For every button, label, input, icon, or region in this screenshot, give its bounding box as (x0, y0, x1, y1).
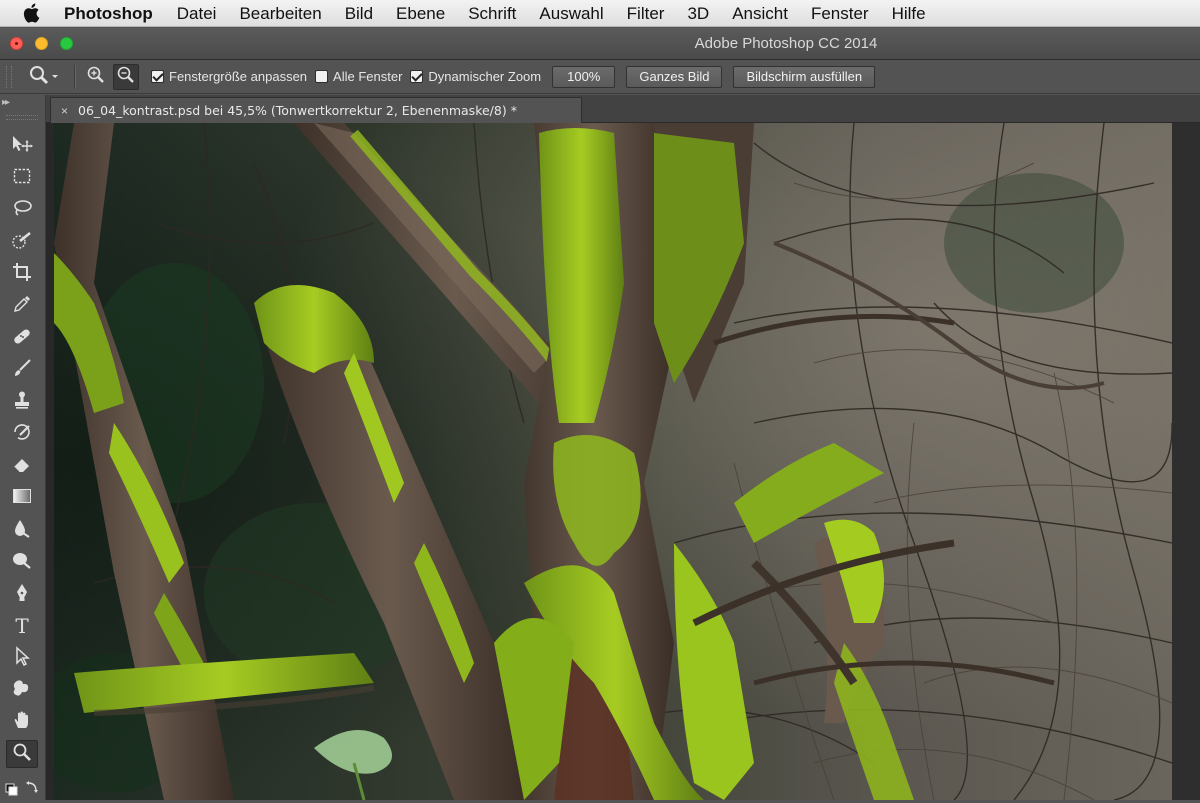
resize-windows-checkbox[interactable] (151, 70, 164, 83)
all-windows-option[interactable]: Alle Fenster (315, 69, 402, 84)
menu-bearbeiten[interactable]: Bearbeiten (239, 0, 321, 27)
marquee-tool[interactable] (6, 164, 38, 192)
quick-selection-icon (11, 230, 33, 255)
menu-bar: Photoshop Datei Bearbeiten Bild Ebene Sc… (0, 0, 1200, 27)
pen-tool[interactable] (6, 580, 38, 608)
clone-stamp-tool[interactable] (6, 388, 38, 416)
menu-auswahl[interactable]: Auswahl (539, 0, 603, 27)
eyedropper-icon (12, 294, 32, 319)
tool-preset-picker[interactable] (28, 64, 68, 89)
options-bar: Fenstergröße anpassen Alle Fenster Dynam… (0, 60, 1200, 94)
color-swatch-controls[interactable] (4, 780, 42, 798)
menu-ebene[interactable]: Ebene (396, 0, 445, 27)
tools-panel-grip[interactable] (6, 115, 38, 120)
hand-tool[interactable] (6, 708, 38, 736)
path-selection-tool[interactable] (6, 644, 38, 672)
window-title: Adobe Photoshop CC 2014 (694, 35, 878, 52)
chevron-down-icon (50, 69, 60, 84)
zoom-icon (12, 742, 32, 767)
move-icon (10, 134, 34, 159)
document-tab[interactable]: × 06_04_kontrast.psd bei 45,5% (Tonwertk… (50, 97, 582, 123)
scrubby-zoom-label: Dynamischer Zoom (428, 69, 542, 84)
hand-icon (12, 710, 32, 735)
shape-blob-icon (11, 678, 33, 703)
document-tab-bar: × 06_04_kontrast.psd bei 45,5% (Tonwertk… (46, 95, 1200, 123)
menu-schrift[interactable]: Schrift (468, 0, 516, 27)
scrubby-zoom-option[interactable]: Dynamischer Zoom (410, 69, 541, 84)
menu-app-name[interactable]: Photoshop (64, 0, 153, 27)
fill-screen-button[interactable]: Bildschirm ausfüllen (733, 65, 876, 88)
lasso-icon (11, 198, 33, 223)
menu-hilfe[interactable]: Hilfe (892, 0, 926, 27)
resize-windows-option[interactable]: Fenstergröße anpassen (151, 69, 307, 84)
forest-photo (54, 123, 1172, 800)
scrubby-zoom-checkbox[interactable] (410, 70, 424, 83)
pen-icon (12, 582, 32, 607)
all-windows-label: Alle Fenster (333, 69, 403, 84)
menu-bild[interactable]: Bild (345, 0, 373, 27)
crop-icon (12, 262, 32, 287)
document-image[interactable] (54, 123, 1172, 800)
menu-datei[interactable]: Datei (177, 0, 217, 27)
menu-fenster[interactable]: Fenster (811, 0, 869, 27)
fit-screen-button[interactable]: Ganzes Bild (626, 65, 723, 88)
zoom-out-button[interactable] (113, 63, 139, 90)
zoom-in-icon (86, 65, 106, 88)
document-tab-label: 06_04_kontrast.psd bei 45,5% (Tonwertkor… (78, 103, 517, 118)
menu-3d[interactable]: 3D (687, 0, 709, 27)
arrow-cursor-icon (13, 645, 31, 671)
history-brush-tool[interactable] (6, 420, 38, 448)
resize-windows-label: Fenstergröße anpassen (169, 69, 308, 84)
dodge-tool[interactable] (6, 548, 38, 576)
rectangular-marquee-icon (12, 166, 32, 191)
zoom-tool[interactable] (6, 740, 38, 768)
stamp-icon (12, 390, 32, 415)
window-title-bar: Adobe Photoshop CC 2014 (0, 28, 1200, 60)
quick-selection-tool[interactable] (6, 228, 38, 256)
canvas-scroll-gutter[interactable] (1172, 123, 1200, 800)
healing-brush-tool[interactable] (6, 324, 38, 352)
zoom-in-button[interactable] (83, 64, 109, 90)
history-brush-icon (12, 422, 32, 447)
eraser-tool[interactable] (6, 452, 38, 480)
brush-icon (12, 358, 32, 383)
collapse-panel-icon[interactable]: ▸▸ (2, 97, 10, 108)
lasso-tool[interactable] (6, 196, 38, 224)
options-bar-grip[interactable] (6, 65, 12, 88)
eyedropper-tool[interactable] (6, 292, 38, 320)
custom-shape-tool[interactable] (6, 676, 38, 704)
divider (74, 64, 75, 89)
close-icon[interactable]: × (61, 104, 68, 118)
dodge-icon (11, 550, 33, 575)
blur-tool[interactable] (6, 516, 38, 544)
type-icon: T (15, 614, 29, 638)
zoom-icon (28, 64, 50, 89)
blur-drop-icon (12, 518, 32, 543)
apple-icon[interactable] (22, 0, 44, 27)
brush-tool[interactable] (6, 356, 38, 384)
gradient-tool[interactable] (6, 484, 38, 512)
bandage-icon (11, 325, 33, 352)
eraser-icon (11, 454, 33, 479)
menu-ansicht[interactable]: Ansicht (732, 0, 788, 27)
canvas-area[interactable] (46, 123, 1200, 800)
tools-panel: ▸▸ T (0, 95, 46, 800)
zoom-out-icon (116, 65, 136, 88)
type-tool[interactable]: T (6, 612, 38, 640)
gradient-icon (12, 487, 32, 510)
zoom-100-button[interactable]: 100% (552, 65, 616, 88)
move-tool[interactable] (6, 132, 38, 160)
crop-tool[interactable] (6, 260, 38, 288)
all-windows-checkbox[interactable] (315, 70, 329, 83)
menu-filter[interactable]: Filter (627, 0, 665, 27)
